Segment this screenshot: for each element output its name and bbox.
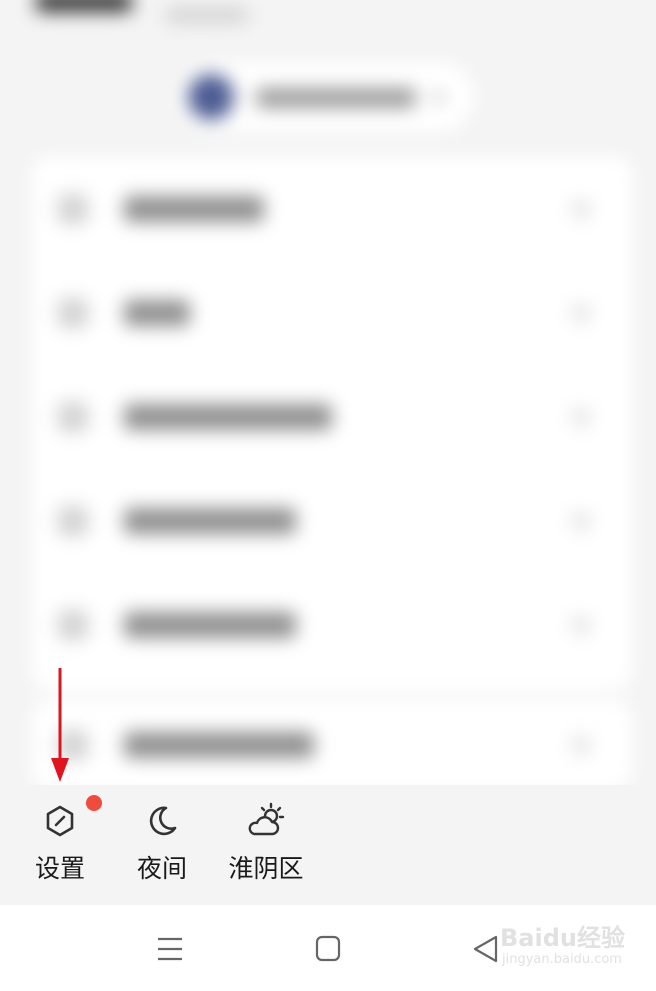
notification-badge: [86, 795, 102, 811]
menu-row-label-placeholder: [124, 612, 296, 638]
menu-row-icon: [58, 194, 88, 224]
settings-label: 设置: [34, 854, 85, 883]
menu-card: [32, 156, 632, 690]
menu-row-icon: [58, 402, 88, 432]
menu-row[interactable]: [32, 178, 632, 238]
avatar: [188, 74, 234, 120]
settings-hexagon-icon: [46, 805, 74, 837]
blurred-content: [0, 0, 656, 790]
menu-icon[interactable]: [150, 931, 190, 967]
watermark-text: Baidu经验: [500, 924, 625, 952]
settings-button[interactable]: 设置: [20, 785, 102, 905]
menu-row-icon: [58, 298, 88, 328]
menu-row-icon: [58, 610, 88, 640]
menu-row[interactable]: [32, 282, 632, 342]
chevron-right-icon: [572, 512, 590, 530]
chevron-right-icon: [572, 200, 590, 218]
night-mode-label: 夜间: [136, 854, 187, 883]
menu-row-label-placeholder: [124, 732, 314, 758]
home-square-icon[interactable]: [308, 931, 348, 967]
screen: 设置 夜间 淮阴区 Baidu经验 jingyan.baidu.com: [0, 0, 656, 991]
menu-card-secondary: [32, 700, 632, 790]
menu-row-label-placeholder: [124, 300, 190, 326]
moon-icon: [149, 806, 177, 836]
menu-row-label-placeholder: [124, 508, 296, 534]
chevron-right-icon: [572, 736, 590, 754]
quick-action-bar: 设置 夜间 淮阴区: [0, 785, 656, 905]
chevron-right-icon: [572, 616, 590, 634]
weather-button[interactable]: 淮阴区: [220, 785, 312, 905]
watermark: Baidu经验 jingyan.baidu.com: [500, 918, 650, 984]
chevron-right-icon: [572, 304, 590, 322]
annotation-arrow-icon: [51, 668, 69, 782]
weather-location-label: 淮阴区: [228, 854, 304, 883]
menu-row[interactable]: [32, 490, 632, 550]
blurred-header-title: [36, 0, 132, 12]
night-mode-button[interactable]: 夜间: [122, 785, 202, 905]
account-pill[interactable]: [178, 62, 474, 132]
blurred-header-subtitle: [166, 8, 248, 22]
menu-row-label-placeholder: [124, 196, 264, 222]
menu-row[interactable]: [32, 714, 632, 774]
menu-row-icon: [58, 506, 88, 536]
menu-row[interactable]: [32, 386, 632, 446]
chevron-right-icon: [572, 408, 590, 426]
watermark-url: jingyan.baidu.com: [502, 952, 622, 967]
chevron-right-icon: [434, 92, 444, 102]
menu-row-label-placeholder: [124, 404, 332, 430]
account-name-placeholder: [256, 88, 416, 108]
menu-row[interactable]: [32, 594, 632, 654]
cloudy-sun-weather-icon: [248, 802, 285, 836]
